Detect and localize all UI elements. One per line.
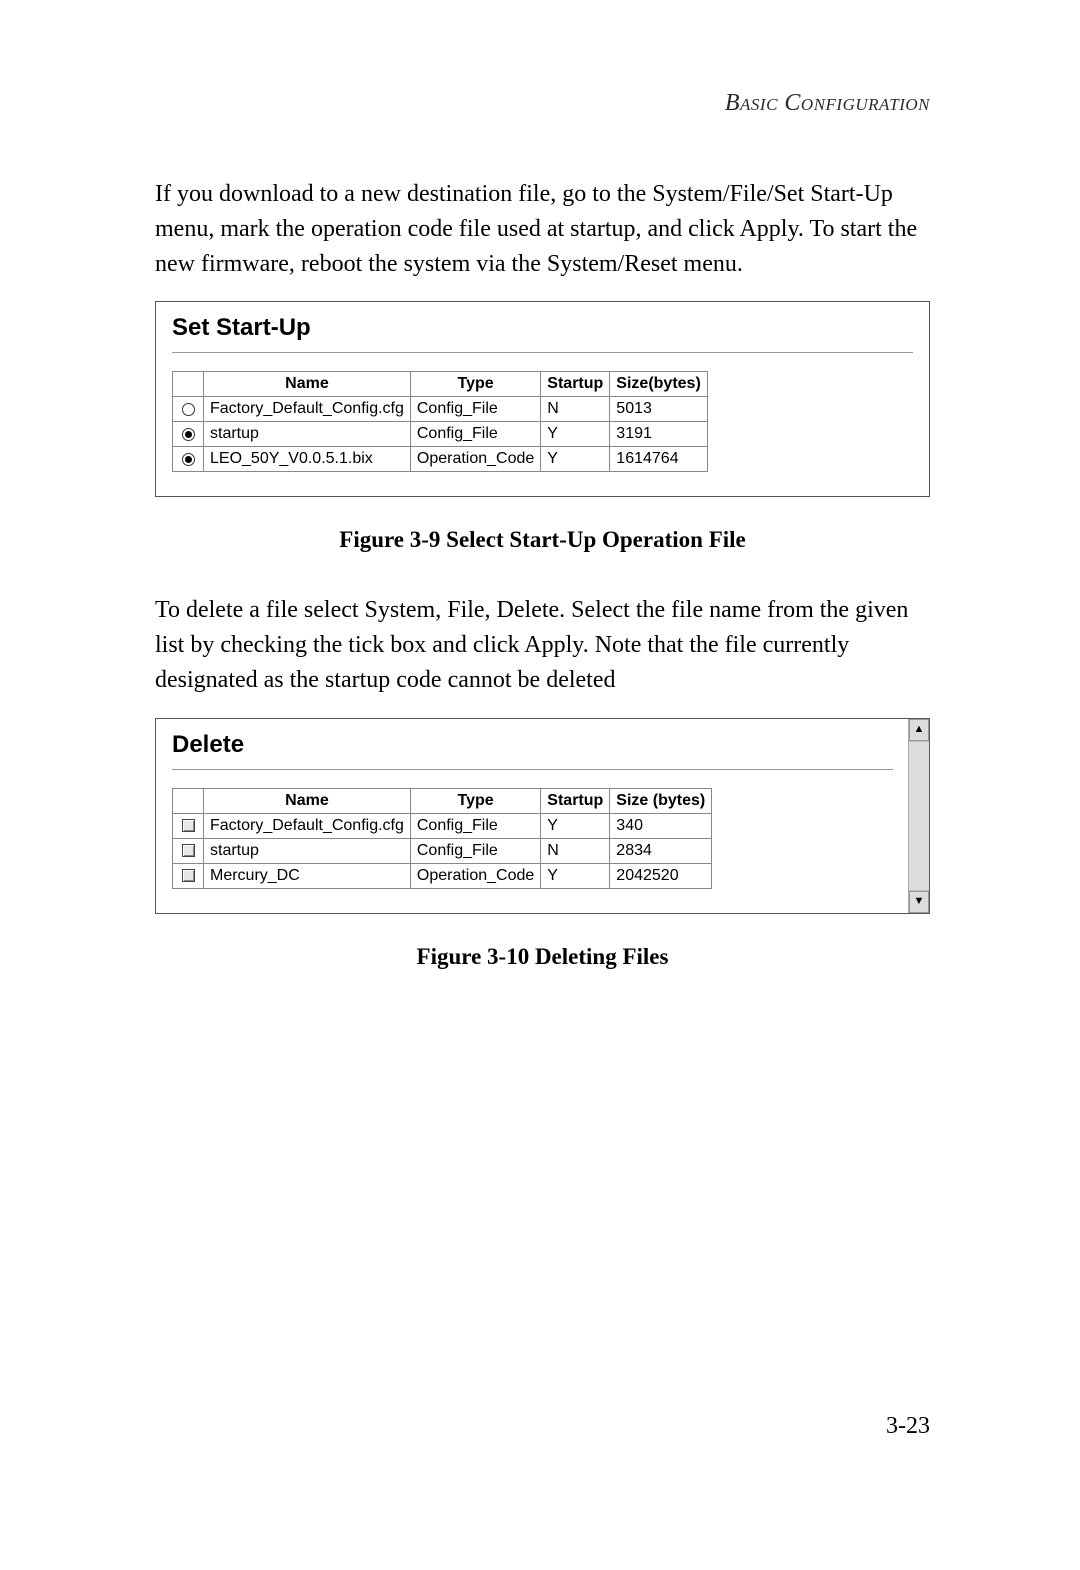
delete-table: Name Type Startup Size (bytes) Factory_D… xyxy=(172,788,712,889)
table-row: startup Config_File Y 3191 xyxy=(173,422,708,447)
cell-type: Operation_Code xyxy=(410,447,540,472)
radio-cell[interactable] xyxy=(173,447,204,472)
cell-name: startup xyxy=(204,422,411,447)
cell-name: startup xyxy=(204,838,411,863)
set-startup-table: Name Type Startup Size(bytes) Factory_De… xyxy=(172,371,708,472)
radio-icon[interactable] xyxy=(182,403,195,416)
col-size: Size (bytes) xyxy=(610,788,712,813)
cell-type: Config_File xyxy=(410,813,540,838)
chevron-up-icon: ▲ xyxy=(914,724,925,735)
cell-startup: Y xyxy=(541,447,610,472)
table-header-row: Name Type Startup Size(bytes) xyxy=(173,372,708,397)
col-name: Name xyxy=(204,372,411,397)
panel-rule xyxy=(172,769,893,770)
cell-name: Factory_Default_Config.cfg xyxy=(204,397,411,422)
col-select xyxy=(173,788,204,813)
cell-size: 3191 xyxy=(610,422,707,447)
checkbox-icon[interactable] xyxy=(182,819,195,832)
checkbox-cell[interactable] xyxy=(173,813,204,838)
scroll-thumb[interactable] xyxy=(909,741,929,891)
cell-name: LEO_50Y_V0.0.5.1.bix xyxy=(204,447,411,472)
radio-icon[interactable] xyxy=(182,453,195,466)
table-header-row: Name Type Startup Size (bytes) xyxy=(173,788,712,813)
table-row: Factory_Default_Config.cfg Config_File N… xyxy=(173,397,708,422)
cell-name: Mercury_DC xyxy=(204,863,411,888)
cell-startup: N xyxy=(541,397,610,422)
checkbox-icon[interactable] xyxy=(182,844,195,857)
figure-3-10-caption: Figure 3-10 Deleting Files xyxy=(155,944,930,970)
col-select xyxy=(173,372,204,397)
page: Basic Configuration If you download to a… xyxy=(0,0,1080,1570)
radio-cell[interactable] xyxy=(173,422,204,447)
table-row: startup Config_File N 2834 xyxy=(173,838,712,863)
col-type: Type xyxy=(410,788,540,813)
cell-type: Config_File xyxy=(410,838,540,863)
cell-startup: N xyxy=(541,838,610,863)
cell-startup: Y xyxy=(541,863,610,888)
cell-startup: Y xyxy=(541,813,610,838)
table-row: Mercury_DC Operation_Code Y 2042520 xyxy=(173,863,712,888)
cell-name: Factory_Default_Config.cfg xyxy=(204,813,411,838)
panel-title-set-startup: Set Start-Up xyxy=(172,314,913,342)
cell-size: 340 xyxy=(610,813,712,838)
col-startup: Startup xyxy=(541,372,610,397)
scroll-up-button[interactable]: ▲ xyxy=(909,719,929,741)
scrollbar[interactable]: ▲ ▼ xyxy=(908,719,929,913)
col-type: Type xyxy=(410,372,540,397)
table-row: Factory_Default_Config.cfg Config_File Y… xyxy=(173,813,712,838)
figure-3-9-caption: Figure 3-9 Select Start-Up Operation Fil… xyxy=(155,527,930,553)
radio-cell[interactable] xyxy=(173,397,204,422)
col-size: Size(bytes) xyxy=(610,372,707,397)
figure-delete: Delete Name Type Startup Size (bytes) Fa… xyxy=(155,718,930,914)
cell-startup: Y xyxy=(541,422,610,447)
radio-icon[interactable] xyxy=(182,428,195,441)
cell-size: 2834 xyxy=(610,838,712,863)
col-name: Name xyxy=(204,788,411,813)
cell-size: 2042520 xyxy=(610,863,712,888)
scroll-down-button[interactable]: ▼ xyxy=(909,891,929,913)
checkbox-cell[interactable] xyxy=(173,838,204,863)
page-number: 3-23 xyxy=(886,1413,930,1440)
paragraph-1: If you download to a new destination fil… xyxy=(155,177,930,281)
panel-rule xyxy=(172,352,913,353)
paragraph-2: To delete a file select System, File, De… xyxy=(155,593,930,697)
checkbox-icon[interactable] xyxy=(182,869,195,882)
figure-set-startup: Set Start-Up Name Type Startup Size(byte… xyxy=(155,301,930,497)
panel-title-delete: Delete xyxy=(172,731,893,759)
checkbox-cell[interactable] xyxy=(173,863,204,888)
cell-type: Config_File xyxy=(410,422,540,447)
cell-type: Operation_Code xyxy=(410,863,540,888)
cell-size: 5013 xyxy=(610,397,707,422)
chevron-down-icon: ▼ xyxy=(914,896,925,907)
col-startup: Startup xyxy=(541,788,610,813)
running-head: Basic Configuration xyxy=(155,90,930,117)
cell-type: Config_File xyxy=(410,397,540,422)
cell-size: 1614764 xyxy=(610,447,707,472)
table-row: LEO_50Y_V0.0.5.1.bix Operation_Code Y 16… xyxy=(173,447,708,472)
